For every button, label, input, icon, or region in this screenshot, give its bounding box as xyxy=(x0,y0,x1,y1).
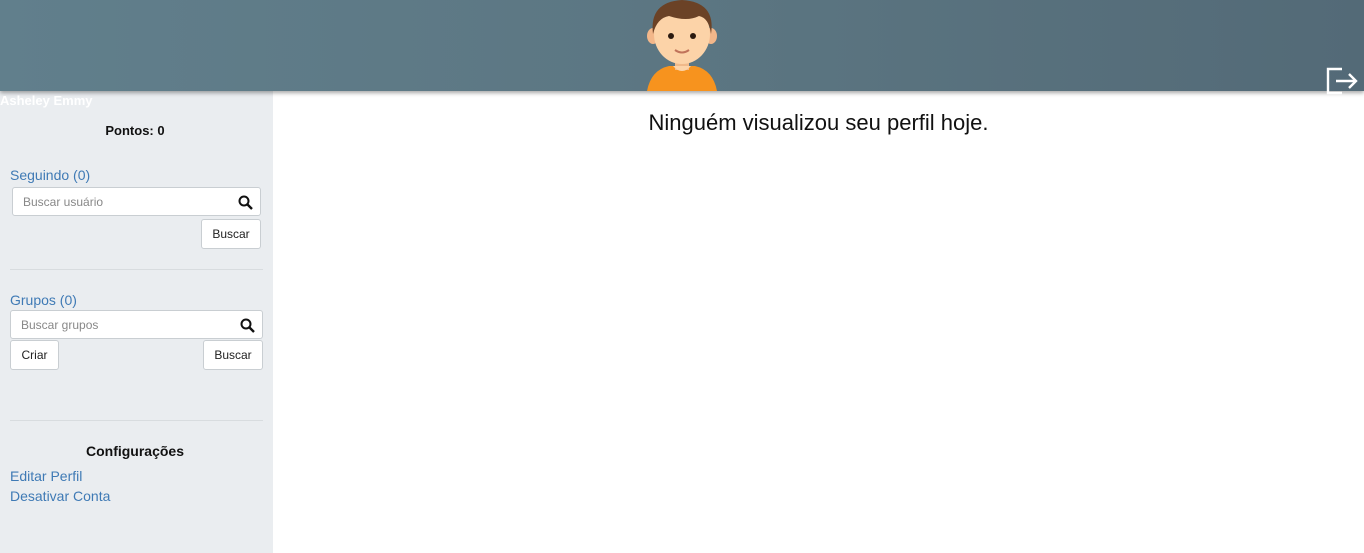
settings-title: Configurações xyxy=(85,443,184,459)
following-link[interactable]: Seguindo (0) xyxy=(10,167,90,183)
create-group-button[interactable]: Criar xyxy=(10,340,59,370)
user-search-field[interactable] xyxy=(12,187,261,216)
search-icon[interactable] xyxy=(238,195,253,210)
user-search-input[interactable] xyxy=(23,194,223,210)
user-search-button[interactable]: Buscar xyxy=(201,219,261,249)
no-views-message: Ninguém visualizou seu perfil hoje. xyxy=(648,110,989,135)
user-name: Asheley Emmy xyxy=(0,93,93,108)
divider xyxy=(10,420,263,421)
top-header xyxy=(0,0,1364,95)
group-search-field[interactable] xyxy=(10,310,263,339)
divider xyxy=(10,269,263,270)
search-icon[interactable] xyxy=(240,318,255,333)
group-search-input[interactable] xyxy=(21,317,221,333)
boy-avatar-icon[interactable] xyxy=(643,0,721,91)
groups-link[interactable]: Grupos (0) xyxy=(10,292,77,308)
group-search-button[interactable]: Buscar xyxy=(203,340,263,370)
points-label: Pontos: 0 xyxy=(105,123,165,138)
sidebar: Pontos: 0 Seguindo (0) Buscar Grupos (0)… xyxy=(0,91,273,553)
logout-icon[interactable] xyxy=(1324,63,1358,95)
edit-profile-link[interactable]: Editar Perfil xyxy=(10,468,82,484)
deactivate-account-link[interactable]: Desativar Conta xyxy=(10,488,110,504)
